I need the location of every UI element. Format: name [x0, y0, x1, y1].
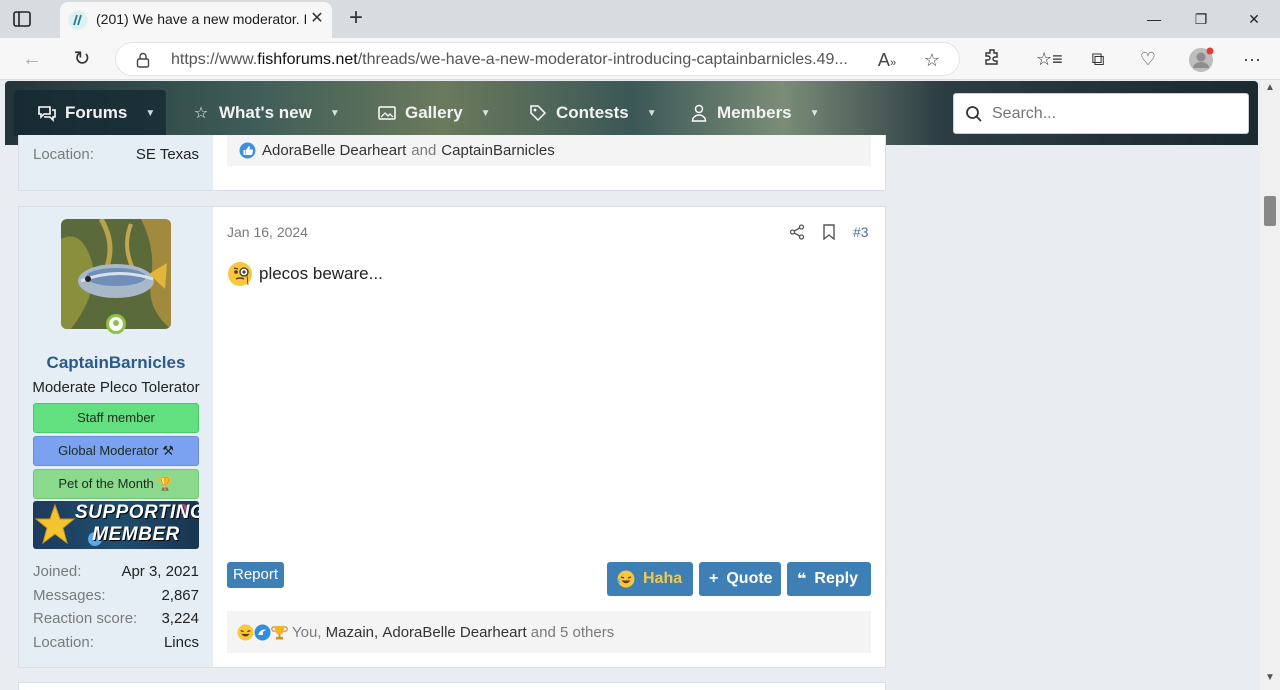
- share-icon[interactable]: [789, 224, 805, 240]
- reaction-user-link[interactable]: AdoraBelle Dearheart: [382, 624, 526, 641]
- reaction-user-link[interactable]: AdoraBelle Dearheart: [262, 142, 406, 159]
- banner-staff-member: Staff member: [33, 403, 199, 433]
- quote-mark-icon: ❝: [797, 571, 807, 588]
- banner-global-moderator: Global Moderator ⚒: [33, 436, 199, 466]
- favorites-icon[interactable]: ☆≡: [1036, 47, 1063, 71]
- haha-reaction-button[interactable]: Haha: [607, 562, 693, 596]
- site-favicon-icon: [68, 10, 88, 30]
- gallery-icon: [377, 103, 397, 123]
- favorite-star-icon[interactable]: ☆: [921, 49, 943, 71]
- bookmark-icon[interactable]: [822, 224, 836, 241]
- reply-button[interactable]: ❝ Reply: [787, 562, 871, 596]
- chevron-down-icon[interactable]: ▼: [330, 108, 340, 119]
- search-icon[interactable]: [965, 105, 983, 123]
- browser-tab-active[interactable]: (201) We have a new moderator. Introduci…: [60, 2, 332, 38]
- laughing-face-icon: [617, 570, 635, 588]
- reaction-user-link[interactable]: CaptainBarnicles: [441, 142, 554, 159]
- user-title: Moderate Pleco Tolerator: [32, 379, 200, 396]
- supporting-member-badge: SUPPORTING MEMBER: [33, 501, 199, 549]
- previous-post: Location: SE Texas AdoraBelle Dearheart …: [18, 135, 886, 191]
- stat-location: Location: Lincs: [33, 634, 199, 651]
- reaction-joiner: and: [411, 142, 437, 159]
- post-3: CaptainBarnicles Moderate Pleco Tolerato…: [18, 206, 886, 668]
- tab-close-icon[interactable]: ✕: [308, 10, 326, 28]
- back-icon[interactable]: ←: [20, 47, 44, 71]
- site-search[interactable]: [953, 93, 1249, 134]
- user-icon: [689, 103, 709, 123]
- supporting-member-text: SUPPORTING MEMBER: [75, 502, 199, 545]
- refresh-icon[interactable]: ↻: [70, 47, 94, 71]
- banner-pet-of-the-month: Pet of the Month 🏆: [33, 469, 199, 499]
- nav-members[interactable]: Members ▼: [689, 90, 820, 136]
- more-menu-icon[interactable]: ···: [1240, 47, 1264, 71]
- minimize-icon[interactable]: —: [1143, 8, 1165, 30]
- wave-icon: [254, 624, 271, 641]
- previous-post-reactions: AdoraBelle Dearheart and CaptainBarnicle…: [227, 135, 871, 166]
- nav-gallery[interactable]: Gallery ▼: [377, 90, 491, 136]
- extensions-icon[interactable]: [980, 47, 1004, 71]
- star-icon: ☆: [193, 105, 209, 122]
- nav-contests[interactable]: Contests ▼: [528, 90, 657, 136]
- nav-whats-new[interactable]: ☆ What's new ▼: [191, 90, 340, 136]
- read-aloud-icon[interactable]: A»: [876, 49, 898, 71]
- tab-title: (201) We have a new moderator. Introduci…: [96, 11, 306, 27]
- url-text: https://www.fishforums.net/threads/we-ha…: [171, 51, 848, 68]
- report-button[interactable]: Report: [227, 562, 285, 588]
- quote-button[interactable]: + Quote: [699, 562, 781, 596]
- browser-essentials-icon[interactable]: ♡: [1136, 47, 1160, 71]
- scroll-up-icon[interactable]: ▲: [1265, 82, 1275, 93]
- search-input[interactable]: [992, 103, 1232, 125]
- collections-icon[interactable]: ⧉: [1086, 47, 1110, 71]
- page-scrollbar[interactable]: ▲ ▼: [1260, 80, 1280, 690]
- avatar[interactable]: [61, 219, 171, 329]
- url-field[interactable]: https://www.fishforums.net/threads/we-ha…: [115, 42, 960, 76]
- location-value: SE Texas: [135, 146, 199, 163]
- post-date[interactable]: Jan 16, 2024: [227, 224, 308, 240]
- trophy-icon: 🏆: [157, 476, 174, 491]
- tag-icon: [528, 103, 548, 123]
- chevron-down-icon[interactable]: ▼: [481, 108, 491, 119]
- next-post: [18, 682, 886, 690]
- nav-forums[interactable]: Forums ▼: [14, 90, 166, 136]
- chevron-down-icon[interactable]: ▼: [810, 108, 820, 119]
- post-text: plecos beware...: [259, 264, 383, 283]
- post-username[interactable]: CaptainBarnicles: [19, 353, 213, 373]
- scrollbar-thumb[interactable]: [1264, 196, 1276, 226]
- monocle-face-icon: [227, 261, 253, 287]
- stat-joined: Joined: Apr 3, 2021: [33, 563, 199, 580]
- reaction-icons[interactable]: [237, 623, 288, 641]
- like-icon[interactable]: [239, 142, 256, 159]
- stat-messages: Messages: 2,867: [33, 587, 199, 604]
- lock-icon[interactable]: [136, 52, 150, 68]
- stat-reaction-score: Reaction score: 3,224: [33, 610, 199, 627]
- trophy-icon: [271, 624, 288, 641]
- reaction-others-link[interactable]: and 5 others: [531, 624, 614, 641]
- post-user-info: CaptainBarnicles Moderate Pleco Tolerato…: [19, 207, 213, 667]
- post-main: Jan 16, 2024 #3 plecos beware... Report …: [227, 207, 871, 667]
- post-reactions-bar: You, Mazain, AdoraBelle Dearheart and 5 …: [227, 611, 871, 653]
- chevron-down-icon[interactable]: ▼: [145, 108, 155, 119]
- post-number-link[interactable]: #3: [853, 224, 869, 240]
- scroll-down-icon[interactable]: ▼: [1265, 672, 1275, 683]
- hammer-pick-icon: ⚒: [162, 443, 174, 458]
- plus-icon: +: [709, 570, 719, 587]
- thread-content: Location: SE Texas AdoraBelle Dearheart …: [0, 135, 1260, 690]
- laughing-face-icon: [237, 623, 254, 641]
- restore-icon[interactable]: ❐: [1190, 8, 1212, 30]
- chevron-down-icon[interactable]: ▼: [647, 108, 657, 119]
- online-status-icon: [106, 314, 126, 334]
- new-tab-icon[interactable]: +: [345, 6, 367, 30]
- location-label: Location:: [33, 146, 94, 163]
- previous-post-user-info: Location: SE Texas: [19, 135, 213, 190]
- profile-avatar-icon[interactable]: [1188, 47, 1214, 72]
- reaction-you[interactable]: You,: [292, 624, 321, 641]
- forums-icon: [37, 103, 57, 123]
- reaction-user-link[interactable]: Mazain,: [326, 624, 379, 641]
- browser-address-bar: ← ↻ https://www.fishforums.net/threads/w…: [0, 38, 1280, 80]
- window-close-icon[interactable]: ✕: [1243, 8, 1265, 30]
- browser-tab-bar: (201) We have a new moderator. Introduci…: [0, 0, 1280, 38]
- tab-actions-icon[interactable]: [12, 9, 32, 29]
- post-body: plecos beware...: [227, 261, 383, 287]
